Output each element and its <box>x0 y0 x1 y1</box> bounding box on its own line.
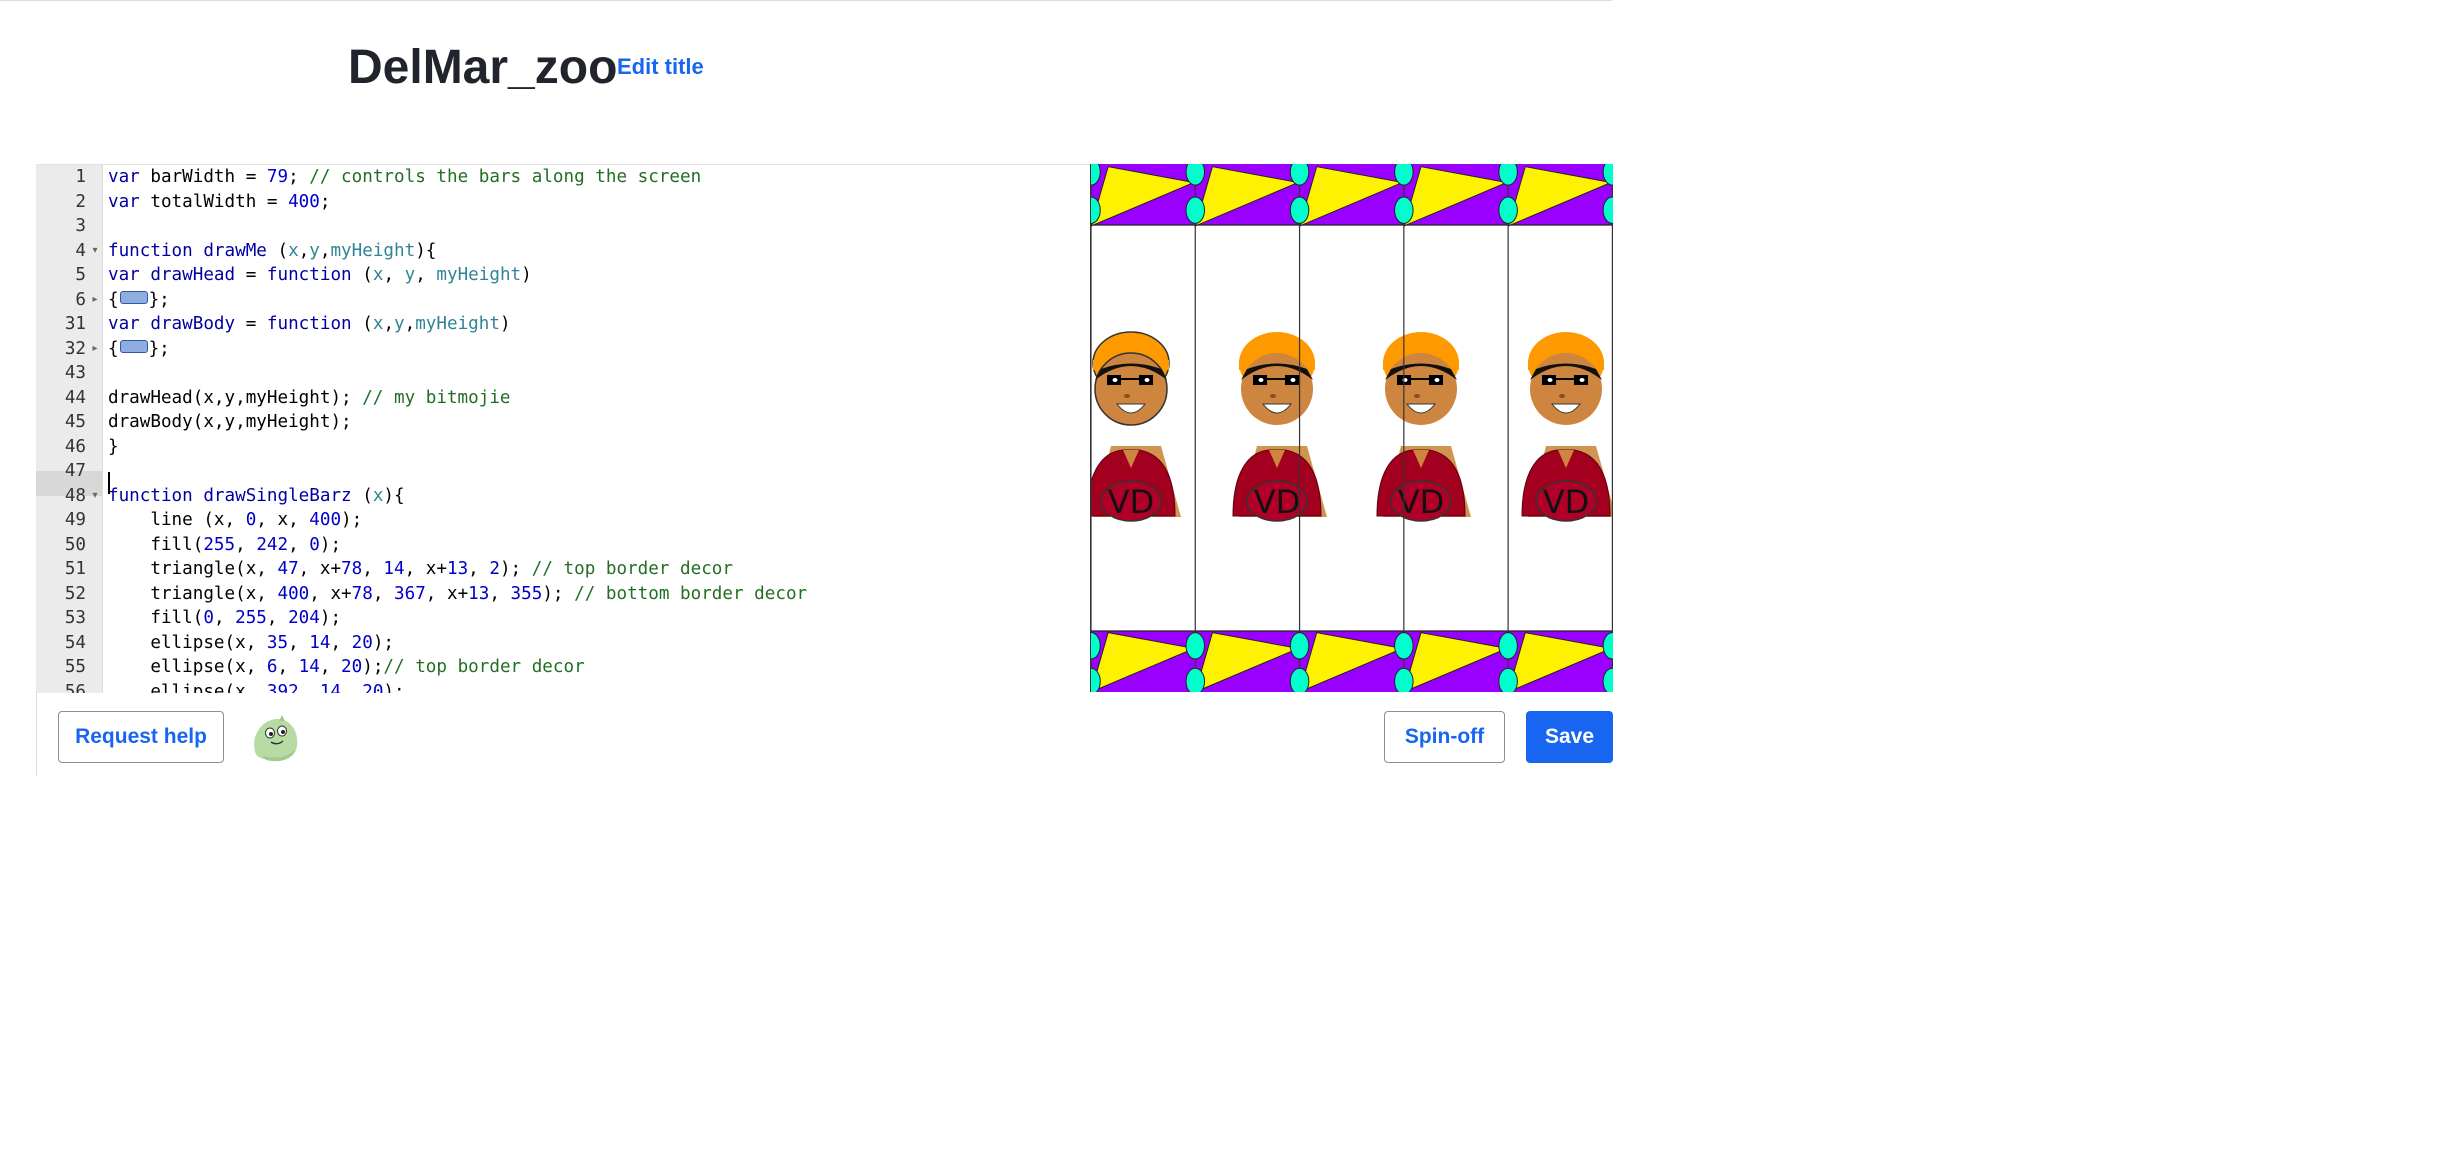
code-line-52: triangle(x, 400, x+78, 367, x+13, 355); … <box>108 583 808 604</box>
top-bead-lower <box>1289 196 1310 224</box>
bottom-bead-lower <box>1498 667 1518 692</box>
code-line-6-folded: {}; <box>108 289 170 310</box>
right-eye-glint <box>1290 378 1296 382</box>
top-divider <box>0 0 1612 1</box>
code-line-46: } <box>108 436 119 457</box>
nose <box>1270 394 1276 398</box>
badge-text: VD <box>1543 483 1590 521</box>
bottom-bead-upper <box>1498 632 1518 660</box>
edit-title-link[interactable]: Edit title <box>617 52 704 82</box>
save-button[interactable]: Save <box>1526 711 1613 763</box>
line-number: 44 <box>64 387 86 408</box>
left-eye-glint <box>1258 378 1264 382</box>
line-number: 45 <box>64 412 86 432</box>
line-number: 53 <box>64 608 86 628</box>
nose <box>1559 394 1565 398</box>
line-number: 32 <box>64 338 86 359</box>
badge-text: VD <box>1108 483 1155 521</box>
top-bead-upper <box>1498 164 1518 186</box>
code-line-56: ellipse(x, 392, 14, 20); <box>108 681 405 694</box>
right-eye-glint <box>1579 378 1585 382</box>
bottom-bead-lower <box>1289 667 1310 692</box>
code-line-53: fill(0, 255, 204); <box>108 608 342 628</box>
line-number: 51 <box>64 559 86 579</box>
top-bead-lower <box>1498 196 1518 224</box>
folded-code-marker[interactable] <box>119 340 148 353</box>
bottom-bead-lower <box>1185 667 1206 692</box>
canvas-drawing: VD VD VD VD <box>1091 164 1613 692</box>
left-eye-glint <box>1112 378 1118 382</box>
fold-closed-icon[interactable]: ▸ <box>90 288 100 313</box>
line-gutter: 1 2 3 4 ▾ 5 6 ▸ 31 32 ▸ 43 44 45 46 47 48 ▾ 49 50 51 52 53 54 55… <box>36 165 103 693</box>
folded-code-marker[interactable] <box>119 291 148 304</box>
badge-text: VD <box>1254 483 1301 521</box>
code-line-49: line (x, 0, x, 400); <box>108 510 363 530</box>
line-number: 2 <box>75 191 86 212</box>
line-number: 52 <box>64 583 86 604</box>
code-line-51: triangle(x, 47, x+78, 14, x+13, 2); // t… <box>108 559 733 579</box>
top-bead-upper <box>1185 164 1206 186</box>
request-help-button[interactable]: Request help <box>58 711 224 763</box>
code-line-4: function drawMe (x,y,myHeight){ <box>108 240 437 261</box>
fold-closed-icon[interactable]: ▸ <box>90 337 100 362</box>
top-bead-upper <box>1289 164 1310 186</box>
code-line-5: var drawHead = function (x, y, myHeight) <box>108 265 532 285</box>
top-bead-lower <box>1185 196 1206 224</box>
avatar <box>249 712 301 764</box>
fold-open-icon[interactable]: ▾ <box>90 484 100 509</box>
code-line-50: fill(255, 242, 0); <box>108 534 342 555</box>
code-area[interactable]: var barWidth = 79; // controls the bars … <box>108 165 1090 693</box>
fold-open-icon[interactable]: ▾ <box>90 239 100 264</box>
line-number: 3 <box>75 216 86 236</box>
badge-text: VD <box>1398 483 1445 521</box>
line-number: 56 <box>64 681 86 694</box>
line-number: 54 <box>64 632 86 653</box>
right-eye-glint <box>1434 378 1440 382</box>
nose <box>1124 394 1130 398</box>
top-bead-upper <box>1394 164 1414 186</box>
code-line-32-folded: {}; <box>108 338 170 359</box>
editor-footer: Request help Spin-off Save <box>36 692 1613 776</box>
spinoff-button[interactable]: Spin-off <box>1384 711 1505 763</box>
bottom-bead-upper <box>1289 632 1310 660</box>
nose <box>1414 394 1420 398</box>
top-bead-lower <box>1394 196 1414 224</box>
code-line-55: ellipse(x, 6, 14, 20);// top border deco… <box>108 657 585 677</box>
avatar-creature-icon <box>254 715 298 762</box>
code-line-31: var drawBody = function (x,y,myHeight) <box>108 314 511 334</box>
code-line-44: drawHead(x,y,myHeight); // my bitmojie <box>108 387 511 408</box>
line-number: 31 <box>64 314 86 334</box>
code-line-48: function drawSingleBarz (x){ <box>108 485 405 506</box>
line-number: 50 <box>64 534 86 555</box>
code-line-1: var barWidth = 79; // controls the bars … <box>108 167 702 187</box>
output-canvas[interactable]: VD VD VD VD <box>1090 164 1613 692</box>
line-number: 48 <box>64 485 86 506</box>
program-title: DelMar_zoo <box>348 41 618 94</box>
bottom-bead-upper <box>1394 632 1414 660</box>
code-line-54: ellipse(x, 35, 14, 20); <box>108 632 395 653</box>
line-number: 46 <box>64 436 86 457</box>
line-number: 43 <box>64 363 86 383</box>
line-number: 1 <box>75 167 86 187</box>
right-eye-glint <box>1144 378 1150 382</box>
code-line-45: drawBody(x,y,myHeight); <box>108 412 352 432</box>
line-number: 6 <box>75 289 86 310</box>
line-number: 47 <box>64 461 86 481</box>
bottom-bead-upper <box>1185 632 1206 660</box>
line-number: 49 <box>64 510 86 530</box>
line-number: 5 <box>75 265 86 285</box>
code-editor[interactable]: 1 2 3 4 ▾ 5 6 ▸ 31 32 ▸ 43 44 45 46 47 48 ▾ 49 50 51 52 53 54 55… <box>36 164 1090 693</box>
code-line-2: var totalWidth = 400; <box>108 191 331 212</box>
bottom-bead-lower <box>1394 667 1414 692</box>
line-number: 4 <box>75 240 86 261</box>
line-number: 55 <box>64 657 86 677</box>
left-eye-glint <box>1547 378 1553 382</box>
